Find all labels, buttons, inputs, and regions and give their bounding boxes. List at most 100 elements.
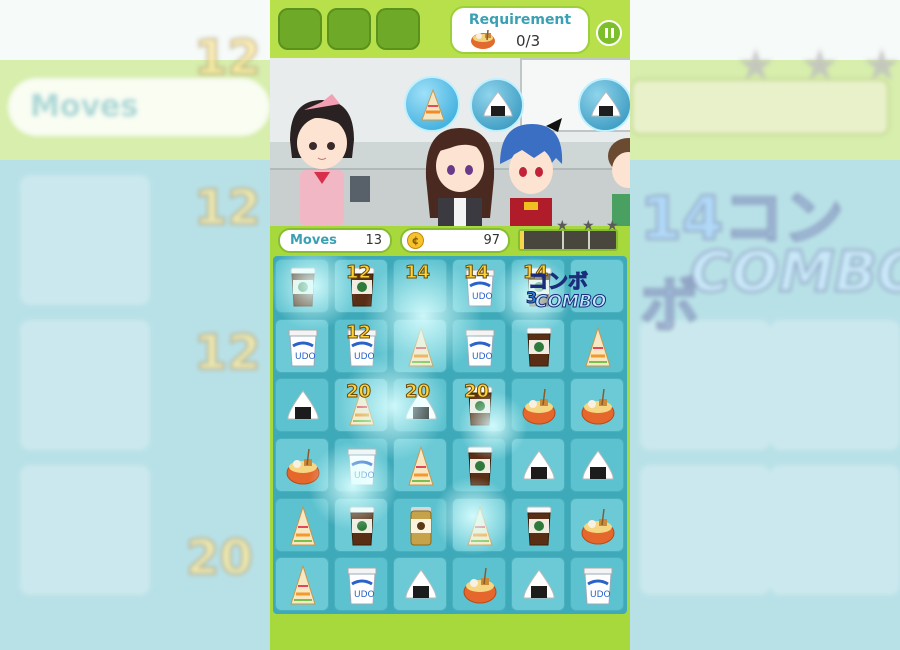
noodle-icon: UDO: [344, 564, 380, 606]
board-tile[interactable]: [275, 259, 329, 313]
sandwich-icon: [421, 88, 445, 121]
booster-slot[interactable]: [376, 8, 420, 50]
board-tile[interactable]: [334, 259, 388, 313]
svg-text:UDO: UDO: [354, 471, 375, 481]
board-tile[interactable]: [511, 318, 565, 373]
cash-register: [350, 176, 370, 202]
oden-icon: [521, 385, 557, 427]
combo-label: COMBO: [534, 292, 607, 313]
board-tile[interactable]: UDO: [452, 318, 506, 373]
star-icon: ★: [606, 218, 619, 234]
clerk-character: [290, 94, 354, 226]
svg-text:UDO: UDO: [354, 352, 375, 362]
moves-value: 13: [365, 233, 382, 248]
coffee-icon: [462, 445, 498, 487]
coffee-icon: [521, 326, 557, 368]
status-bar: Moves 13 ¢ 97 ★ ★ ★: [270, 218, 630, 256]
customer-boy: [500, 118, 563, 226]
svg-text:UDO: UDO: [295, 352, 316, 362]
coffee-icon: [521, 505, 557, 547]
sandwich-icon: [285, 564, 321, 606]
onigiri-icon: [483, 91, 513, 117]
noodle-icon: UDO: [462, 266, 498, 308]
oden-icon: [285, 445, 321, 487]
board-tile[interactable]: [393, 378, 447, 433]
score-progress-bar: ★ ★ ★: [518, 218, 619, 251]
coin-counter: ¢ 97: [400, 228, 510, 253]
onigiri-icon: [521, 445, 557, 487]
noodle-icon: UDO: [344, 326, 380, 368]
svg-text:UDO: UDO: [472, 352, 493, 362]
oden-icon: [462, 564, 498, 606]
star-icon: ★: [582, 218, 595, 234]
requirement-count: 0/3: [516, 32, 541, 50]
sandwich-icon: [462, 504, 498, 547]
pause-icon[interactable]: [596, 20, 622, 46]
requirement-title: Requirement: [468, 12, 572, 28]
requirement-panel: Requirement 0/3: [450, 6, 590, 54]
board-tile[interactable]: UDO: [334, 318, 388, 373]
order-bubble: [470, 78, 524, 132]
coin-value: 97: [483, 233, 500, 248]
oden-icon: [580, 505, 616, 547]
board-tile[interactable]: UDO: [334, 557, 388, 612]
board-tile[interactable]: [275, 438, 329, 492]
oden-bowl-icon: [471, 30, 495, 49]
board-tile[interactable]: [452, 378, 506, 433]
board-tile[interactable]: [393, 318, 447, 373]
coffee-icon: [285, 266, 321, 308]
sandwich-icon: [403, 445, 439, 487]
board-tile[interactable]: [334, 378, 388, 433]
board-tile[interactable]: [452, 497, 506, 552]
game-screen: Requirement 0/3 Moves 13 ¢ 97 ★ ★ ★ UDO …: [270, 0, 630, 650]
order-bubble: [404, 76, 460, 132]
board-tile[interactable]: UDO: [334, 438, 388, 492]
board-tile[interactable]: UDO: [570, 557, 624, 612]
board-tile[interactable]: UDO: [452, 259, 506, 313]
board-tile[interactable]: [393, 259, 447, 313]
coffee-icon: [344, 266, 380, 308]
board-tile[interactable]: [570, 497, 624, 552]
onigiri-icon: [521, 564, 557, 606]
board-tile[interactable]: [275, 497, 329, 552]
star-icon: ★: [556, 218, 569, 234]
noodle-icon: UDO: [344, 445, 380, 487]
coffee-icon: [344, 505, 380, 547]
onigiri-icon: [591, 91, 621, 117]
board-tile[interactable]: [511, 438, 565, 492]
score-progress-fill: [520, 231, 524, 249]
board-tile[interactable]: [570, 438, 624, 492]
customer-girl: [425, 128, 495, 226]
store-scene: [270, 58, 630, 226]
board-tile[interactable]: [511, 557, 565, 612]
booster-slot[interactable]: [278, 8, 322, 50]
board-tile[interactable]: [570, 318, 624, 373]
sandwich-icon: [344, 385, 380, 427]
board-tile[interactable]: [393, 438, 447, 492]
combo-text: コンボ: [528, 269, 589, 294]
board-tile[interactable]: [393, 557, 447, 612]
board-tile[interactable]: [511, 378, 565, 433]
sandwich-icon: [285, 504, 321, 547]
board-tile[interactable]: [334, 497, 388, 552]
top-hud: Requirement 0/3: [270, 0, 630, 61]
can-coffee-icon: [403, 505, 439, 547]
noodle-icon: UDO: [285, 326, 321, 368]
svg-text:UDO: UDO: [354, 590, 375, 600]
oden-icon: [580, 385, 616, 427]
booster-slot[interactable]: [327, 8, 371, 50]
board-tile[interactable]: UDO: [275, 318, 329, 373]
board-tile[interactable]: [452, 557, 506, 612]
svg-text:UDO: UDO: [472, 292, 493, 302]
moves-label: Moves: [290, 233, 337, 248]
board-tile[interactable]: [570, 378, 624, 433]
board-tile[interactable]: [452, 438, 506, 492]
board-tile[interactable]: [275, 378, 329, 433]
customer-partial: [608, 138, 630, 226]
onigiri-icon: [580, 445, 616, 487]
board-tile[interactable]: [393, 497, 447, 552]
svg-text:UDO: UDO: [590, 590, 611, 600]
board-tile[interactable]: [511, 497, 565, 552]
onigiri-icon: [403, 564, 439, 606]
board-tile[interactable]: [275, 557, 329, 612]
